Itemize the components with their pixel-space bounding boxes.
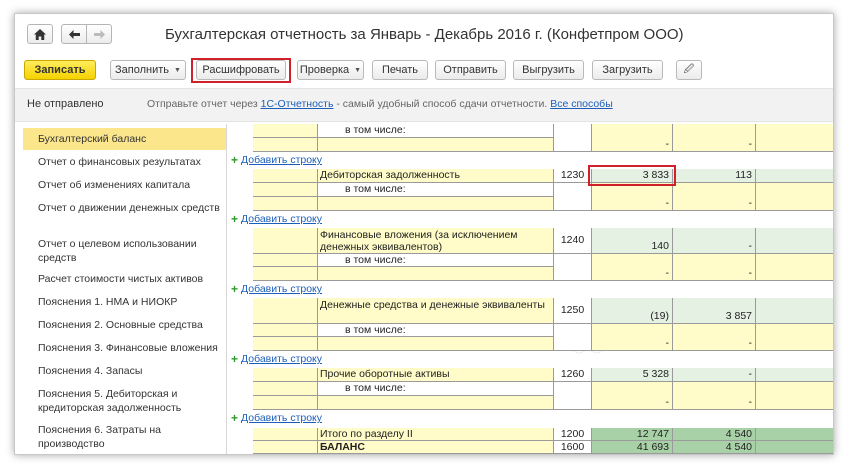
row-name: Итого по разделу II xyxy=(318,428,554,441)
plus-icon: + xyxy=(231,352,239,366)
sidebar-item-notes-4[interactable]: Пояснения 4. Запасы xyxy=(23,361,226,381)
import-button[interactable]: Загрузить xyxy=(592,60,663,80)
value-highlight-frame xyxy=(588,165,676,186)
status-bar: Не отправлено Отправьте отчет через 1С-О… xyxy=(15,88,833,122)
sidebar-item-net-assets[interactable]: Расчет стоимости чистых активов xyxy=(23,269,226,289)
sidebar-item-notes-5[interactable]: Пояснения 5. Дебиторская и кредиторская … xyxy=(23,384,226,416)
sidebar-item-notes-1[interactable]: Пояснения 1. НМА и НИОКР xyxy=(23,292,226,312)
plus-icon: + xyxy=(231,282,239,296)
table-row: Итого по разделу II 1200 12 747 4 540 - xyxy=(230,428,833,441)
status-hint: Отправьте отчет через 1С-Отчетность - са… xyxy=(147,98,613,110)
hint-middle: - самый удобный способ сдачи отчетности. xyxy=(333,98,551,110)
sidebar-item-notes-2[interactable]: Пояснения 2. Основные средства xyxy=(23,315,226,335)
value-cell[interactable]: - xyxy=(673,368,756,382)
row-name: БАЛАНС xyxy=(318,441,554,454)
value-cell: 4 540 xyxy=(673,441,756,454)
back-button[interactable] xyxy=(61,24,87,44)
table-row: Денежные средства и денежные эквиваленты… xyxy=(230,298,833,351)
all-methods-link[interactable]: Все способы xyxy=(550,98,613,110)
sidebar-item-capital-changes[interactable]: Отчет об изменениях капитала xyxy=(23,175,226,195)
row-code: 1260 xyxy=(554,368,592,382)
plus-icon: + xyxy=(231,153,239,167)
value-cell: - xyxy=(756,441,833,454)
subtotal-label: в том числе: xyxy=(318,183,554,197)
plus-icon: + xyxy=(231,411,239,425)
sidebar-item-balance[interactable]: Бухгалтерский баланс xyxy=(23,128,226,150)
plus-icon: + xyxy=(231,212,239,226)
subtotal-label: в том числе: xyxy=(318,124,554,138)
add-row-link[interactable]: + Добавить строку xyxy=(230,412,833,426)
row-name: Дебиторская задолженность xyxy=(318,169,554,183)
report-sections-sidebar: Бухгалтерский баланс Отчет о финансовых … xyxy=(23,124,227,454)
value-cell[interactable]: 113 xyxy=(673,169,756,183)
row-code: 1250 xyxy=(554,298,592,324)
title-bar: Бухгалтерская отчетность за Январь - Дек… xyxy=(15,14,833,56)
value-cell: 12 747 xyxy=(592,428,673,441)
subtotal-label: в том числе: xyxy=(318,324,554,337)
sidebar-item-financial-results[interactable]: Отчет о финансовых результатах xyxy=(23,152,226,172)
hint-prefix: Отправьте отчет через xyxy=(147,98,261,110)
table-row: Прочие оборотные активы 1260 5 328 - - в… xyxy=(230,368,833,410)
add-row-link[interactable]: + Добавить строку xyxy=(230,283,833,297)
subtotal-label: в том числе: xyxy=(318,382,554,396)
value-cell[interactable]: - xyxy=(756,298,833,324)
attach-button[interactable]: 🖉 xyxy=(676,60,702,80)
fill-button[interactable]: Заполнить ▼ xyxy=(110,60,186,80)
report-window: Бухгалтерская отчетность за Январь - Дек… xyxy=(14,13,834,455)
check-button-label: Проверка xyxy=(299,64,350,76)
value-cell: - xyxy=(756,428,833,441)
row-code: 1230 xyxy=(554,169,592,183)
arrow-right-icon xyxy=(93,29,105,39)
caret-down-icon: ▼ xyxy=(174,66,181,74)
value-cell[interactable]: (19) xyxy=(592,298,673,324)
send-status: Не отправлено xyxy=(27,98,104,110)
arrow-left-icon xyxy=(68,29,80,39)
table-row: Финансовые вложения (за исключением дене… xyxy=(230,228,833,281)
sidebar-item-cash-flow[interactable]: Отчет о движении денежных средств xyxy=(23,198,226,230)
value-cell[interactable]: 140 xyxy=(592,228,673,254)
add-row-link[interactable]: + Добавить строку xyxy=(230,353,833,367)
toolbar: Записать Заполнить ▼ Расшифровать Провер… xyxy=(15,58,833,84)
row-name: Финансовые вложения (за исключением дене… xyxy=(318,228,554,254)
value-cell[interactable]: 3 857 xyxy=(673,298,756,324)
row-code: 1200 xyxy=(554,428,592,441)
row-code: 1600 xyxy=(554,441,592,454)
table-row: Дебиторская задолженность 1230 3 833 113… xyxy=(230,169,833,211)
send-button[interactable]: Отправить xyxy=(435,60,506,80)
value-cell[interactable]: - xyxy=(756,228,833,254)
export-button[interactable]: Выгрузить xyxy=(513,60,584,80)
sidebar-item-target-use[interactable]: Отчет о целевом использовании средств xyxy=(23,234,226,266)
print-button[interactable]: Печать xyxy=(372,60,428,80)
row-name: Денежные средства и денежные эквиваленты xyxy=(318,298,554,324)
value-cell[interactable]: - xyxy=(673,228,756,254)
page-title: Бухгалтерская отчетность за Январь - Дек… xyxy=(165,26,684,43)
value-cell[interactable]: - xyxy=(756,368,833,382)
row-code: 1240 xyxy=(554,228,592,254)
check-button[interactable]: Проверка ▼ xyxy=(297,60,364,80)
value-cell: 4 540 xyxy=(673,428,756,441)
balance-grid: ◌◌ в том числе: - - - +Добавить строку Д… xyxy=(230,124,833,454)
value-cell: 41 693 xyxy=(592,441,673,454)
1c-reporting-link[interactable]: 1С-Отчетность xyxy=(261,98,334,110)
fill-button-label: Заполнить xyxy=(115,64,170,76)
subtotal-label: в том числе: xyxy=(318,254,554,267)
table-row: БАЛАНС 1600 41 693 4 540 - xyxy=(230,441,833,454)
save-button[interactable]: Записать xyxy=(24,60,96,80)
value-cell[interactable]: 5 328 xyxy=(592,368,673,382)
add-row-link[interactable]: + Добавить строку xyxy=(230,154,833,168)
sidebar-item-notes-6[interactable]: Пояснения 6. Затраты на производство xyxy=(23,420,226,452)
row-name: Прочие оборотные активы xyxy=(318,368,554,382)
caret-down-icon: ▼ xyxy=(354,66,362,74)
table-row: в том числе: - - - xyxy=(230,124,833,152)
value-cell[interactable]: - xyxy=(756,169,833,183)
decode-highlight-frame xyxy=(191,58,291,83)
home-button[interactable] xyxy=(27,24,53,44)
paperclip-icon: 🖉 xyxy=(683,63,695,75)
forward-button[interactable] xyxy=(86,24,112,44)
add-row-link[interactable]: + Добавить строку xyxy=(230,213,833,227)
sidebar-item-notes-3[interactable]: Пояснения 3. Финансовые вложения xyxy=(23,338,226,358)
home-icon xyxy=(34,28,46,40)
